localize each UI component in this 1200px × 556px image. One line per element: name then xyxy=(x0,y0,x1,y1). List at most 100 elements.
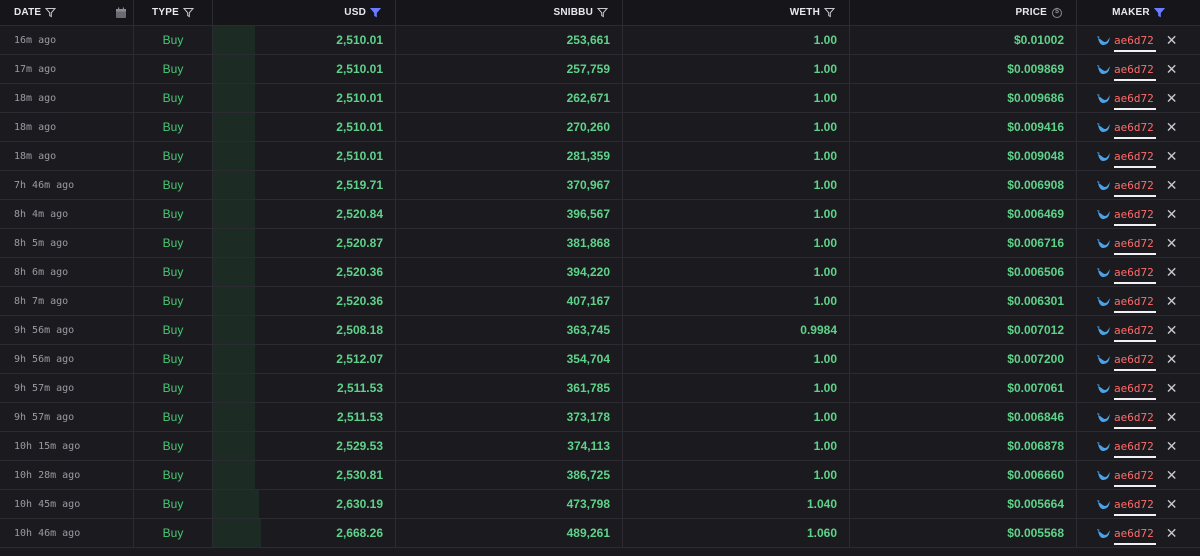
maker-link[interactable]: ae6d72 xyxy=(1114,92,1156,110)
whale-icon xyxy=(1097,92,1111,104)
remove-filter-icon[interactable]: ✕ xyxy=(1166,525,1178,542)
weth-cell: 1.040 xyxy=(623,490,850,518)
date-cell: 7h 46m ago xyxy=(0,171,134,199)
remove-filter-icon[interactable]: ✕ xyxy=(1166,409,1178,426)
calendar-icon[interactable] xyxy=(115,7,127,19)
maker-link[interactable]: ae6d72 xyxy=(1114,324,1156,342)
remove-filter-icon[interactable]: ✕ xyxy=(1166,438,1178,455)
type-cell: Buy xyxy=(134,171,213,199)
usd-cell: 2,668.26 xyxy=(213,519,396,547)
maker-link[interactable]: ae6d72 xyxy=(1114,295,1156,313)
maker-link[interactable]: ae6d72 xyxy=(1114,382,1156,400)
remove-filter-icon[interactable]: ✕ xyxy=(1166,496,1178,513)
remove-filter-icon[interactable]: ✕ xyxy=(1166,322,1178,339)
date-text: 8h 6m ago xyxy=(14,266,69,278)
remove-filter-icon[interactable]: ✕ xyxy=(1166,177,1178,194)
usd-value: 2,530.81 xyxy=(336,468,383,482)
whale-icon xyxy=(1097,440,1111,452)
snibbu-cell: 354,704 xyxy=(396,345,623,373)
usd-volume-bar xyxy=(213,432,256,460)
whale-icon xyxy=(1097,411,1111,423)
maker-cell: ae6d72 ✕ xyxy=(1077,403,1200,431)
maker-link[interactable]: ae6d72 xyxy=(1114,34,1156,52)
maker-link[interactable]: ae6d72 xyxy=(1114,179,1156,197)
weth-cell: 1.00 xyxy=(623,461,850,489)
weth-value: 1.060 xyxy=(806,526,837,540)
remove-filter-icon[interactable]: ✕ xyxy=(1166,32,1178,49)
remove-filter-icon[interactable]: ✕ xyxy=(1166,119,1178,136)
snibbu-cell: 374,113 xyxy=(396,432,623,460)
filter-active-icon[interactable] xyxy=(1153,7,1165,18)
snibbu-value: 473,798 xyxy=(566,497,610,511)
price-cell: $0.006506 xyxy=(850,258,1077,286)
usd-volume-bar xyxy=(213,55,256,83)
maker-link[interactable]: ae6d72 xyxy=(1114,266,1156,284)
maker-link[interactable]: ae6d72 xyxy=(1114,411,1156,429)
maker-link[interactable]: ae6d72 xyxy=(1114,527,1156,545)
table-row: 8h 5m ago Buy 2,520.87 381,868 1.00 $0.0… xyxy=(0,229,1200,258)
maker-link[interactable]: ae6d72 xyxy=(1114,208,1156,226)
snibbu-value: 257,759 xyxy=(566,62,610,76)
date-cell: 18m ago xyxy=(0,113,134,141)
weth-value: 1.00 xyxy=(813,468,837,482)
snibbu-cell: 381,868 xyxy=(396,229,623,257)
maker-link[interactable]: ae6d72 xyxy=(1114,469,1156,487)
remove-filter-icon[interactable]: ✕ xyxy=(1166,380,1178,397)
filter-active-icon[interactable] xyxy=(370,7,381,18)
maker-cell: ae6d72 ✕ xyxy=(1077,84,1200,112)
maker-link[interactable]: ae6d72 xyxy=(1114,150,1156,168)
type-text: Buy xyxy=(162,178,184,192)
price-value: $0.006878 xyxy=(1007,439,1064,453)
remove-filter-icon[interactable]: ✕ xyxy=(1166,351,1178,368)
currency-toggle-icon[interactable] xyxy=(1052,7,1062,18)
weth-cell: 1.00 xyxy=(623,113,850,141)
filter-icon[interactable] xyxy=(597,7,608,18)
weth-value: 1.00 xyxy=(813,33,837,47)
date-cell: 8h 4m ago xyxy=(0,200,134,228)
usd-cell: 2,510.01 xyxy=(213,26,396,54)
remove-filter-icon[interactable]: ✕ xyxy=(1166,235,1178,252)
price-cell: $0.009416 xyxy=(850,113,1077,141)
filter-icon[interactable] xyxy=(824,7,835,18)
maker-cell: ae6d72 ✕ xyxy=(1077,316,1200,344)
filter-icon[interactable] xyxy=(45,7,57,18)
maker-cell: ae6d72 ✕ xyxy=(1077,55,1200,83)
usd-value: 2,519.71 xyxy=(336,178,383,192)
table-row: 18m ago Buy 2,510.01 270,260 1.00 $0.009… xyxy=(0,113,1200,142)
whale-icon xyxy=(1097,382,1111,394)
usd-value: 2,630.19 xyxy=(336,497,383,511)
remove-filter-icon[interactable]: ✕ xyxy=(1166,148,1178,165)
type-text: Buy xyxy=(162,352,184,366)
type-text: Buy xyxy=(162,62,184,76)
date-text: 10h 15m ago xyxy=(14,440,81,452)
remove-filter-icon[interactable]: ✕ xyxy=(1166,293,1178,310)
filter-icon[interactable] xyxy=(182,7,194,18)
remove-filter-icon[interactable]: ✕ xyxy=(1166,264,1178,281)
remove-filter-icon[interactable]: ✕ xyxy=(1166,90,1178,107)
maker-link[interactable]: ae6d72 xyxy=(1114,498,1156,516)
maker-underline xyxy=(1114,426,1156,429)
maker-link[interactable]: ae6d72 xyxy=(1114,63,1156,81)
type-text: Buy xyxy=(162,323,184,337)
usd-value: 2,520.84 xyxy=(336,207,383,221)
type-cell: Buy xyxy=(134,113,213,141)
date-text: 9h 57m ago xyxy=(14,382,75,394)
date-text: 10h 46m ago xyxy=(14,527,81,539)
table-row: 9h 57m ago Buy 2,511.53 373,178 1.00 $0.… xyxy=(0,403,1200,432)
remove-filter-icon[interactable]: ✕ xyxy=(1166,467,1178,484)
maker-link[interactable]: ae6d72 xyxy=(1114,237,1156,255)
remove-filter-icon[interactable]: ✕ xyxy=(1166,61,1178,78)
maker-link[interactable]: ae6d72 xyxy=(1114,121,1156,139)
date-cell: 8h 5m ago xyxy=(0,229,134,257)
usd-cell: 2,520.84 xyxy=(213,200,396,228)
remove-filter-icon[interactable]: ✕ xyxy=(1166,206,1178,223)
snibbu-value: 270,260 xyxy=(566,120,610,134)
usd-cell: 2,508.18 xyxy=(213,316,396,344)
maker-link[interactable]: ae6d72 xyxy=(1114,353,1156,371)
whale-icon xyxy=(1097,179,1111,191)
price-cell: $0.005664 xyxy=(850,490,1077,518)
maker-cell: ae6d72 ✕ xyxy=(1077,171,1200,199)
weth-value: 1.00 xyxy=(813,91,837,105)
maker-link[interactable]: ae6d72 xyxy=(1114,440,1156,458)
maker-underline xyxy=(1114,368,1156,371)
